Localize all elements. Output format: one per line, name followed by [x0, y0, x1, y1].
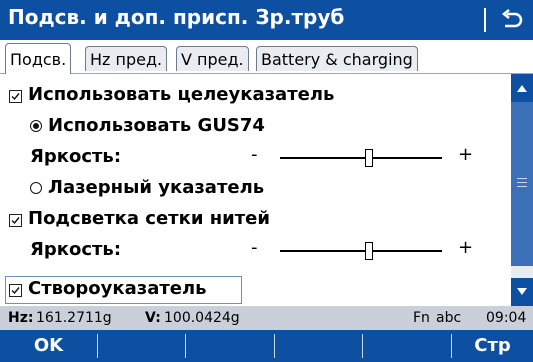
- brightness-max-2: +: [458, 237, 474, 258]
- scroll-grip-line: [517, 178, 527, 179]
- laser-label: Лазерный указатель: [48, 177, 265, 198]
- brightness-slider-1[interactable]: [280, 157, 442, 159]
- brightness-max-1: +: [458, 144, 474, 165]
- v-label: V:: [145, 310, 161, 326]
- clock: 09:04: [486, 310, 527, 326]
- reticle-label: Подсветка сетки нитей: [28, 208, 271, 229]
- window-title: Подсв. и доп. присп. Зр.труб: [8, 5, 345, 29]
- scroll-thumb[interactable]: [511, 102, 533, 266]
- brightness-slider-2[interactable]: [280, 250, 442, 252]
- brightness-min-2: -: [251, 237, 258, 258]
- reticle-row[interactable]: Подсветка сетки нитей: [0, 206, 511, 234]
- laser-row[interactable]: Лазерный указатель: [0, 175, 511, 203]
- use-gus74-row[interactable]: Использовать GUS74: [0, 113, 511, 141]
- softkey-f4[interactable]: [275, 330, 362, 362]
- softkey-f3[interactable]: [186, 330, 274, 362]
- softkey-bar: OK Стр: [0, 330, 533, 362]
- alignment-checkbox[interactable]: [9, 284, 22, 297]
- tab-battery-charging[interactable]: Battery & charging: [256, 46, 418, 71]
- brightness-row-1: Яркость: - +: [0, 144, 511, 172]
- back-icon[interactable]: [496, 5, 526, 35]
- status-bar: Hz: 161.2711g V: 100.0424g Fn abc 09:04: [0, 306, 533, 330]
- tab-bar: Подсв. Hz пред. V пред. Battery & chargi…: [0, 40, 533, 74]
- hz-value: 161.2711g: [36, 310, 112, 326]
- hz-label: Hz:: [8, 310, 34, 326]
- use-gus74-radio[interactable]: [30, 120, 42, 132]
- reticle-checkbox[interactable]: [9, 214, 22, 227]
- tab-v-limits[interactable]: V пред.: [176, 46, 249, 71]
- use-guide-label: Использовать целеуказатель: [28, 84, 335, 105]
- ok-button[interactable]: OK: [0, 330, 97, 362]
- tab-illumination[interactable]: Подсв.: [5, 43, 72, 74]
- tab-hz-limits[interactable]: Hz пред.: [85, 46, 168, 71]
- settings-panel: Использовать целеуказатель Использовать …: [0, 74, 511, 306]
- scroll-grip-line: [517, 182, 527, 183]
- scroll-grip-line: [517, 186, 527, 187]
- page-button[interactable]: Стр: [452, 330, 533, 362]
- alignment-row[interactable]: Створоуказатель: [0, 276, 511, 304]
- use-guide-row[interactable]: Использовать целеуказатель: [0, 82, 511, 110]
- softkey-f5[interactable]: [363, 330, 451, 362]
- brightness-row-2: Яркость: - +: [0, 237, 511, 265]
- brightness-label-2: Яркость:: [30, 239, 122, 260]
- scroll-up-button[interactable]: [511, 74, 533, 102]
- alignment-label: Створоуказатель: [28, 278, 207, 299]
- v-value: 100.0424g: [164, 310, 240, 326]
- title-separator: [484, 8, 486, 32]
- brightness-thumb-2[interactable]: [365, 242, 374, 260]
- use-guide-checkbox[interactable]: [9, 90, 22, 103]
- brightness-thumb-1[interactable]: [365, 149, 374, 167]
- scroll-down-button[interactable]: [511, 278, 533, 306]
- laser-radio[interactable]: [30, 182, 42, 194]
- use-gus74-label: Использовать GUS74: [48, 115, 265, 136]
- title-bar: Подсв. и доп. присп. Зр.труб: [0, 0, 533, 40]
- brightness-min-1: -: [251, 144, 258, 165]
- input-mode-indicator: abc: [436, 310, 462, 326]
- brightness-label-1: Яркость:: [30, 146, 122, 167]
- scrollbar[interactable]: [511, 74, 533, 306]
- softkey-f2[interactable]: [98, 330, 185, 362]
- fn-indicator: Fn: [413, 310, 430, 326]
